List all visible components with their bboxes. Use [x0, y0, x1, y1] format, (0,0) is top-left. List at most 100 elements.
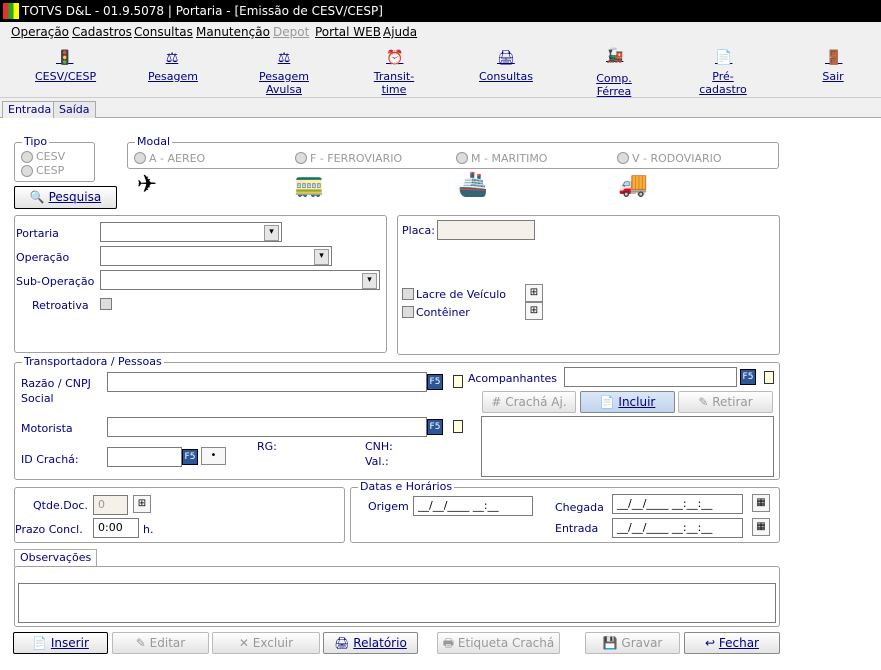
cracha-aj-button[interactable]: # Crachá Aj.: [482, 391, 576, 413]
tab-entrada[interactable]: Entrada: [2, 101, 58, 119]
lacre-checkbox[interactable]: [402, 288, 414, 300]
traffic-light-icon: 🚦: [56, 50, 74, 66]
menu-depot: Depot: [273, 25, 310, 39]
toolbar-cesv-cesp[interactable]: 🚦 CESV/CESP: [35, 50, 96, 83]
operacao-select[interactable]: [100, 246, 332, 266]
qtde-input[interactable]: 0: [93, 495, 128, 515]
sub-operacao-select[interactable]: [100, 270, 380, 290]
rodoviario-radio[interactable]: [617, 152, 629, 164]
scale-icon: ⚖: [165, 50, 179, 66]
return-arrow-icon: ↩: [704, 636, 716, 650]
inserir-button[interactable]: 📄 Inserir: [13, 632, 108, 654]
chegada-calendar-icon[interactable]: ▦: [752, 494, 770, 512]
etiqueta-cracha-button[interactable]: 🖶 Etiqueta Crachá: [437, 632, 560, 654]
toolbar-pre-cadastro[interactable]: 📄 Pré-cadastro: [690, 50, 756, 96]
entrada-calendar-icon[interactable]: ▦: [752, 518, 770, 536]
chegada-label: Chegada: [555, 501, 604, 514]
val-label: Val.:: [365, 455, 389, 468]
origem-label: Origem: [368, 500, 409, 513]
toolbar-comp-ferrea[interactable]: 🚂 Comp. Férrea: [579, 48, 649, 98]
search-icon: 🔍: [29, 190, 45, 204]
menu-portal-web[interactable]: Portal WEB: [315, 25, 381, 39]
motorista-f5-button[interactable]: F5: [427, 419, 443, 435]
chegada-input[interactable]: __/__/____ __:__:__: [612, 494, 743, 514]
prazo-input[interactable]: 0:00: [93, 518, 139, 538]
acompanhantes-document-icon[interactable]: [764, 371, 774, 384]
add-document-icon: 📄: [599, 395, 615, 409]
maritimo-label: M - MARITIMO: [471, 152, 548, 165]
ship-icon[interactable]: 🚢: [458, 170, 488, 198]
conteiner-grid-icon[interactable]: ⊞: [525, 302, 543, 320]
tab-strip: Entrada Saída: [0, 100, 881, 119]
lacre-label: Lacre de Veículo: [416, 288, 507, 301]
fechar-button[interactable]: ↩ Fechar: [684, 632, 780, 654]
acompanhantes-input[interactable]: [564, 367, 737, 387]
tab-saida[interactable]: Saída: [53, 101, 96, 118]
cesv-radio[interactable]: [21, 151, 33, 163]
edit-icon: ✎: [135, 636, 146, 650]
cracha-f5-button[interactable]: F5: [182, 449, 198, 465]
app-icon: [3, 3, 19, 19]
acompanhantes-label: Acompanhantes: [468, 372, 558, 385]
hash-icon: #: [491, 395, 502, 409]
editar-button[interactable]: ✎ Editar: [112, 632, 209, 654]
observacoes-tab[interactable]: Observações: [14, 549, 98, 567]
exit-door-icon: 🚪: [825, 50, 843, 66]
window-title: TOTVS D&L - 01.9.5078 | Portaria - [Emis…: [22, 4, 383, 18]
qtde-grid-icon[interactable]: ⊞: [133, 495, 151, 513]
sub-operacao-label: Sub-Operação: [16, 275, 95, 288]
printer-icon: 🖨: [334, 636, 350, 650]
retirar-button[interactable]: ✎ Retirar: [678, 391, 773, 413]
motorista-input[interactable]: [107, 417, 427, 437]
menu-cadastros[interactable]: Cadastros: [72, 25, 132, 39]
train-car-icon[interactable]: 🚃: [294, 170, 324, 198]
acompanhantes-f5-button[interactable]: F5: [740, 369, 756, 385]
razao-input[interactable]: [107, 372, 427, 392]
motorista-label: Motorista: [21, 422, 73, 435]
prazo-label: Prazo Concl.: [15, 523, 83, 536]
new-document-icon: 📄: [32, 636, 48, 650]
excluir-button[interactable]: ✕ Excluir: [212, 632, 320, 654]
maritimo-radio[interactable]: [456, 152, 468, 164]
gravar-button[interactable]: 💾 Gravar: [585, 632, 680, 654]
rg-label: RG:: [257, 440, 277, 453]
toolbar-sair[interactable]: 🚪 Sair: [821, 50, 845, 83]
printer-icon: 🖨: [497, 50, 515, 66]
cracha-label: ID Crachá:: [21, 453, 79, 466]
toolbar-pesagem[interactable]: ⚖ Pesagem: [148, 50, 198, 83]
airplane-icon[interactable]: ✈: [137, 170, 157, 198]
observacoes-textarea[interactable]: [18, 583, 776, 623]
menu-consultas[interactable]: Consultas: [134, 25, 193, 39]
entrada-input[interactable]: __/__/____ __:__:__: [612, 518, 743, 538]
toolbar-transit-time[interactable]: ⏰ Transit-time: [363, 50, 425, 96]
document-icon: 📄: [715, 50, 733, 66]
origem-input[interactable]: __/__/____ __:__: [413, 496, 533, 516]
aereo-radio[interactable]: [134, 152, 146, 164]
ferroviario-label: F - FERROVIARIO: [310, 152, 403, 165]
cracha-dot-button[interactable]: •: [201, 447, 226, 465]
ferroviario-radio[interactable]: [295, 152, 307, 164]
truck-icon[interactable]: 🚚: [618, 170, 648, 198]
pesquisa-button[interactable]: 🔍 Pesquisa: [14, 186, 117, 209]
menu-operacao[interactable]: Operação: [11, 25, 69, 39]
motorista-document-icon[interactable]: [453, 420, 463, 433]
acompanhantes-list[interactable]: [481, 416, 774, 477]
razao-document-icon[interactable]: [453, 375, 463, 388]
menu-manutencao[interactable]: Manutenção: [196, 25, 270, 39]
relatorio-button[interactable]: 🖨 Relatório: [323, 632, 418, 654]
placa-input[interactable]: [437, 220, 535, 240]
razao-f5-button[interactable]: F5: [427, 374, 443, 390]
toolbar-consultas[interactable]: 🖨 Consultas: [479, 50, 533, 83]
rodoviario-label: V - RODOVIARIO: [632, 152, 722, 165]
toolbar-pesagem-avulsa[interactable]: ⚖ Pesagem Avulsa: [243, 50, 325, 96]
lacre-grid-icon[interactable]: ⊞: [525, 284, 543, 302]
conteiner-checkbox[interactable]: [402, 306, 414, 318]
placa-label: Placa:: [402, 224, 435, 237]
retroativa-checkbox[interactable]: [100, 298, 112, 310]
portaria-select[interactable]: [100, 222, 282, 242]
cracha-input[interactable]: [107, 447, 182, 467]
cesv-label: CESV: [36, 150, 66, 163]
menu-ajuda[interactable]: Ajuda: [383, 25, 417, 39]
cesp-radio[interactable]: [21, 165, 33, 177]
incluir-button[interactable]: 📄 Incluir: [580, 391, 675, 413]
